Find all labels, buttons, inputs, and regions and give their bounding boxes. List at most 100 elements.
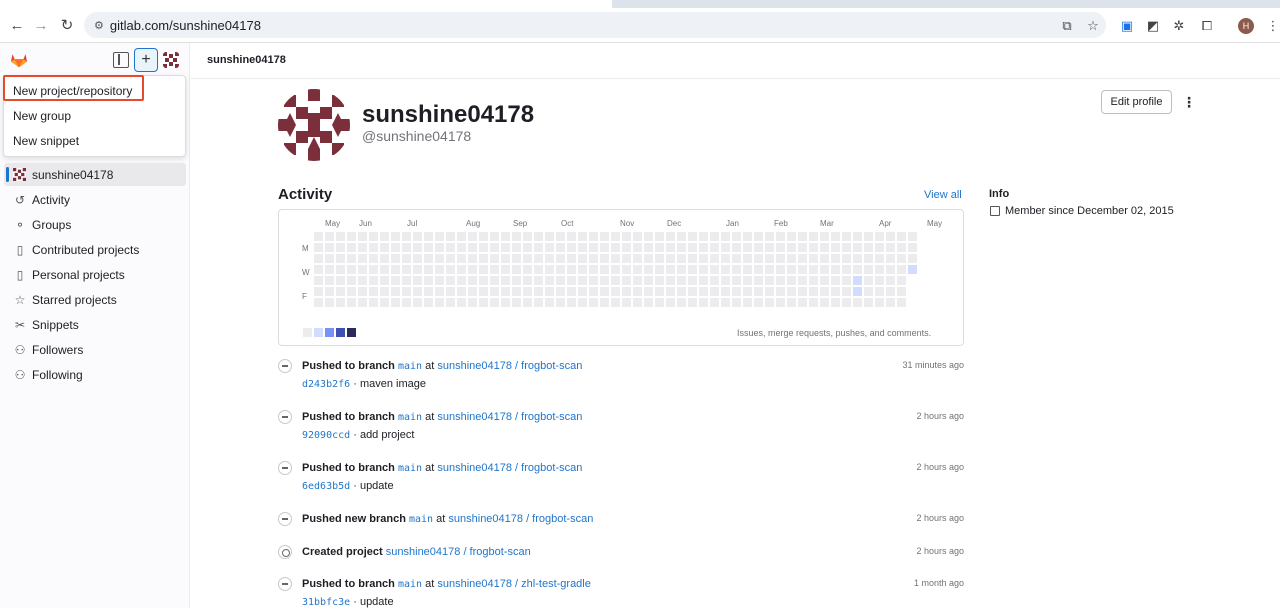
calendar-day-cell[interactable] [457, 287, 466, 296]
calendar-day-cell[interactable] [545, 276, 554, 285]
calendar-day-cell[interactable] [765, 287, 774, 296]
calendar-day-cell[interactable] [457, 254, 466, 263]
calendar-day-cell[interactable] [523, 298, 532, 307]
calendar-day-cell[interactable] [567, 276, 576, 285]
calendar-day-cell[interactable] [776, 298, 785, 307]
calendar-day-cell[interactable] [699, 276, 708, 285]
calendar-day-cell[interactable] [512, 254, 521, 263]
calendar-day-cell[interactable] [589, 232, 598, 241]
calendar-day-cell[interactable] [732, 243, 741, 252]
calendar-day-cell[interactable] [743, 298, 752, 307]
forward-icon[interactable]: → [30, 14, 52, 36]
calendar-day-cell[interactable] [875, 265, 884, 274]
calendar-day-cell[interactable] [732, 254, 741, 263]
calendar-day-cell[interactable] [402, 232, 411, 241]
calendar-day-cell[interactable] [490, 276, 499, 285]
calendar-day-cell[interactable] [853, 287, 862, 296]
calendar-day-cell[interactable] [468, 265, 477, 274]
project-link[interactable]: sunshine04178 / frogbot-scan [437, 360, 582, 372]
calendar-day-cell[interactable] [721, 276, 730, 285]
calendar-day-cell[interactable] [820, 265, 829, 274]
calendar-day-cell[interactable] [512, 265, 521, 274]
calendar-day-cell[interactable] [413, 232, 422, 241]
calendar-day-cell[interactable] [358, 232, 367, 241]
calendar-day-cell[interactable] [600, 287, 609, 296]
calendar-day-cell[interactable] [732, 265, 741, 274]
calendar-day-cell[interactable] [589, 287, 598, 296]
calendar-day-cell[interactable] [820, 276, 829, 285]
calendar-day-cell[interactable] [831, 243, 840, 252]
calendar-day-cell[interactable] [853, 232, 862, 241]
calendar-day-cell[interactable] [380, 232, 389, 241]
calendar-day-cell[interactable] [479, 287, 488, 296]
calendar-day-cell[interactable] [776, 276, 785, 285]
calendar-day-cell[interactable] [633, 276, 642, 285]
calendar-day-cell[interactable] [589, 265, 598, 274]
calendar-day-cell[interactable] [875, 243, 884, 252]
calendar-day-cell[interactable] [435, 265, 444, 274]
calendar-day-cell[interactable] [765, 276, 774, 285]
calendar-day-cell[interactable] [754, 232, 763, 241]
profile-avatar-icon[interactable]: H [1238, 18, 1254, 34]
calendar-day-cell[interactable] [512, 298, 521, 307]
calendar-day-cell[interactable] [336, 254, 345, 263]
calendar-day-cell[interactable] [402, 254, 411, 263]
calendar-day-cell[interactable] [468, 232, 477, 241]
calendar-day-cell[interactable] [765, 298, 774, 307]
calendar-day-cell[interactable] [567, 232, 576, 241]
calendar-day-cell[interactable] [666, 243, 675, 252]
calendar-day-cell[interactable] [358, 254, 367, 263]
calendar-day-cell[interactable] [611, 265, 620, 274]
calendar-day-cell[interactable] [578, 232, 587, 241]
calendar-day-cell[interactable] [688, 254, 697, 263]
calendar-day-cell[interactable] [754, 276, 763, 285]
calendar-day-cell[interactable] [325, 276, 334, 285]
calendar-day-cell[interactable] [644, 232, 653, 241]
calendar-day-cell[interactable] [853, 254, 862, 263]
calendar-day-cell[interactable] [820, 243, 829, 252]
calendar-day-cell[interactable] [391, 287, 400, 296]
calendar-day-cell[interactable] [534, 276, 543, 285]
calendar-day-cell[interactable] [732, 298, 741, 307]
calendar-day-cell[interactable] [677, 254, 686, 263]
calendar-day-cell[interactable] [897, 254, 906, 263]
calendar-day-cell[interactable] [512, 232, 521, 241]
create-new-button[interactable]: + [134, 48, 158, 72]
calendar-day-cell[interactable] [545, 232, 554, 241]
calendar-day-cell[interactable] [710, 287, 719, 296]
calendar-day-cell[interactable] [545, 254, 554, 263]
calendar-day-cell[interactable] [677, 232, 686, 241]
calendar-day-cell[interactable] [435, 298, 444, 307]
calendar-day-cell[interactable] [578, 254, 587, 263]
calendar-day-cell[interactable] [875, 232, 884, 241]
calendar-day-cell[interactable] [314, 287, 323, 296]
calendar-day-cell[interactable] [787, 254, 796, 263]
calendar-day-cell[interactable] [358, 287, 367, 296]
calendar-day-cell[interactable] [424, 287, 433, 296]
calendar-day-cell[interactable] [325, 298, 334, 307]
calendar-day-cell[interactable] [336, 243, 345, 252]
calendar-day-cell[interactable] [347, 254, 356, 263]
calendar-day-cell[interactable] [699, 243, 708, 252]
calendar-day-cell[interactable] [556, 243, 565, 252]
calendar-day-cell[interactable] [578, 298, 587, 307]
calendar-day-cell[interactable] [589, 276, 598, 285]
calendar-day-cell[interactable] [754, 298, 763, 307]
calendar-day-cell[interactable] [435, 254, 444, 263]
calendar-day-cell[interactable] [578, 243, 587, 252]
calendar-day-cell[interactable] [347, 287, 356, 296]
calendar-day-cell[interactable] [611, 243, 620, 252]
calendar-day-cell[interactable] [424, 276, 433, 285]
calendar-day-cell[interactable] [655, 298, 664, 307]
calendar-day-cell[interactable] [699, 232, 708, 241]
calendar-day-cell[interactable] [523, 265, 532, 274]
calendar-day-cell[interactable] [633, 287, 642, 296]
calendar-day-cell[interactable] [721, 298, 730, 307]
calendar-day-cell[interactable] [644, 298, 653, 307]
calendar-day-cell[interactable] [325, 232, 334, 241]
new-group-menu-item[interactable]: New group [4, 103, 185, 128]
calendar-day-cell[interactable] [754, 265, 763, 274]
sidebar-item-starred-projects[interactable]: ☆ Starred projects [4, 288, 186, 311]
calendar-day-cell[interactable] [358, 265, 367, 274]
calendar-day-cell[interactable] [897, 276, 906, 285]
